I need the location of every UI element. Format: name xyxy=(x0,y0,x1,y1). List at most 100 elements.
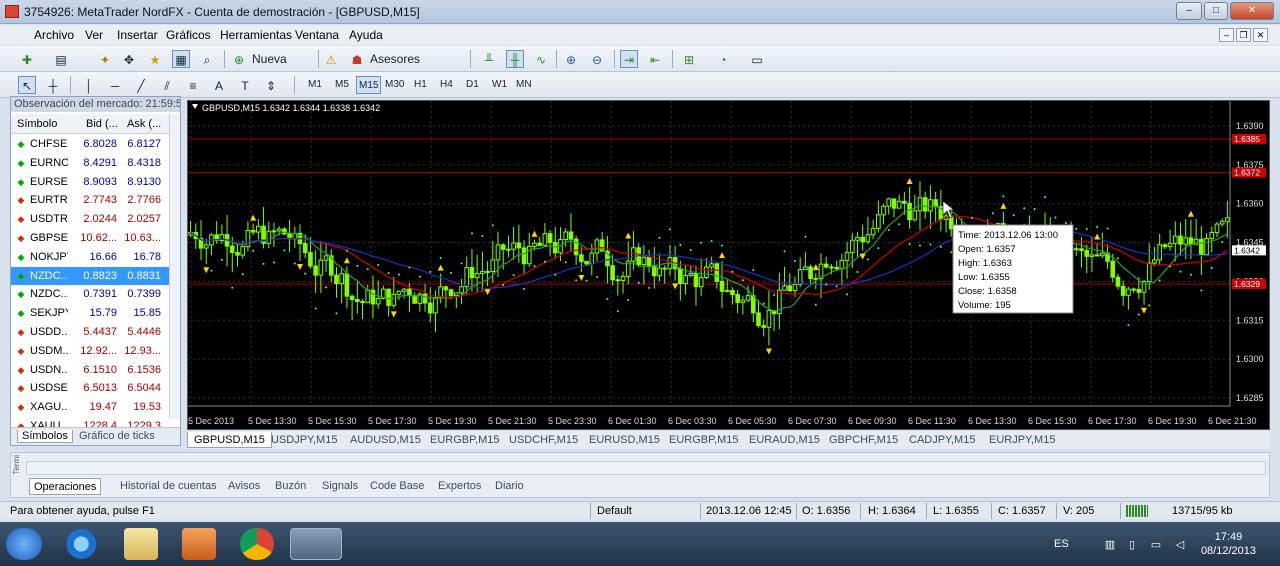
text-icon[interactable]: A xyxy=(210,76,228,94)
chart-tab[interactable]: EURUSD,M15 xyxy=(583,432,666,448)
market-watch-row[interactable]: ◆ CHFSEK 6.8028 6.8127 xyxy=(11,135,169,154)
chart-tab[interactable]: GBPCHF,M15 xyxy=(823,432,904,448)
terminal-tab[interactable]: Code Base xyxy=(366,478,428,495)
menu-ventana[interactable]: Ventana xyxy=(295,28,339,42)
market-watch-icon[interactable]: ✦ xyxy=(96,50,114,68)
market-watch-row[interactable]: ◆ USDN... 6.1510 6.1536 xyxy=(11,361,169,380)
vertical-line-icon[interactable]: │ xyxy=(80,76,98,94)
col-bid[interactable]: Bid (... xyxy=(86,118,118,130)
mdi-minimize-button[interactable]: – xyxy=(1219,28,1234,42)
col-ask[interactable]: Ask (... xyxy=(127,118,161,130)
terminal-tab[interactable]: Operaciones xyxy=(29,478,102,495)
periodicity-icon[interactable]: ◔ xyxy=(714,50,732,68)
tab-grafico-ticks[interactable]: Gráfico de ticks xyxy=(75,430,159,442)
market-watch-scrollbar[interactable] xyxy=(169,114,180,419)
fibonacci-icon[interactable]: ≡ xyxy=(184,76,202,94)
chart-window[interactable]: 1.63901.63751.63601.63451.63301.63151.63… xyxy=(187,100,1270,430)
market-watch-row[interactable]: ◆ NZDC... 0.7391 0.7399 xyxy=(11,285,169,304)
tab-simbolos[interactable]: Símbolos xyxy=(17,430,73,443)
candlestick-icon[interactable]: ╫ xyxy=(506,50,524,68)
menu-graficos[interactable]: Gráficos xyxy=(166,28,211,42)
file-explorer-icon[interactable] xyxy=(124,528,158,560)
line-chart-icon[interactable]: ∿ xyxy=(532,50,550,68)
warning-icon[interactable]: ⚠ xyxy=(322,50,340,68)
terminal-tab[interactable]: Historial de cuentas xyxy=(116,478,221,495)
horizontal-line-icon[interactable]: ─ xyxy=(106,76,124,94)
internet-explorer-icon[interactable] xyxy=(66,528,100,560)
zoom-in-icon[interactable]: ⊕ xyxy=(562,50,580,68)
arrows-icon[interactable]: ⇕ xyxy=(262,76,280,94)
channel-icon[interactable]: ⫽ xyxy=(158,76,176,94)
terminal-tab[interactable]: Avisos xyxy=(224,478,264,495)
timeframe-h1[interactable]: H1 xyxy=(414,76,427,94)
timeframe-m15[interactable]: M15 xyxy=(356,76,382,94)
market-watch-row[interactable]: ◆ EURTRY 2.7743 2.7766 xyxy=(11,191,169,210)
market-watch-row[interactable]: ◆ SEKJPY 15.79 15.85 xyxy=(11,304,169,323)
experts-button[interactable]: Asesores expertos xyxy=(370,50,462,84)
chart-tab[interactable]: USDJPY,M15 xyxy=(265,432,343,448)
maximize-button[interactable]: □ xyxy=(1204,2,1228,20)
terminal-scrollbar[interactable] xyxy=(26,461,1266,475)
col-symbol[interactable]: Símbolo xyxy=(17,118,57,130)
crosshair-icon[interactable]: ┼ xyxy=(44,76,62,94)
new-order-button[interactable]: Nueva orden xyxy=(252,50,318,84)
market-watch-row[interactable]: ◆ EURNOK 8.4291 8.4318 xyxy=(11,154,169,173)
metatrader-taskbar-icon[interactable] xyxy=(290,528,342,560)
menu-insertar[interactable]: Insertar xyxy=(117,28,158,42)
timeframe-mn[interactable]: MN xyxy=(516,76,532,94)
network-icon[interactable]: ▥ xyxy=(1104,539,1116,551)
cursor-icon[interactable]: ↖ xyxy=(18,76,36,94)
timeframe-m5[interactable]: M5 xyxy=(335,76,349,94)
bar-chart-icon[interactable]: ╨ xyxy=(480,50,498,68)
battery-icon[interactable]: ▯ xyxy=(1126,539,1138,551)
timeframe-d1[interactable]: D1 xyxy=(466,76,479,94)
profiles-icon[interactable]: ▤ xyxy=(52,50,70,68)
text-label-icon[interactable]: T xyxy=(236,76,254,94)
chart-tab[interactable]: EURAUD,M15 xyxy=(743,432,826,448)
chart-tab[interactable]: AUDUSD,M15 xyxy=(344,432,427,448)
new-chart-icon[interactable]: ✚ xyxy=(18,50,36,68)
data-window-icon[interactable]: ✥ xyxy=(120,50,138,68)
media-player-icon[interactable] xyxy=(182,528,216,560)
system-clock[interactable]: 17:49 08/12/2013 xyxy=(1201,530,1256,558)
chrome-icon[interactable] xyxy=(240,528,274,560)
chart-tab[interactable]: EURGBP,M15 xyxy=(663,432,745,448)
indicators-icon[interactable]: ⊞ xyxy=(680,50,698,68)
terminal-tab[interactable]: Signals xyxy=(318,478,362,495)
market-watch-row[interactable]: ◆ USDSEK 6.5013 6.5044 xyxy=(11,379,169,398)
zoom-out-icon[interactable]: ⊖ xyxy=(588,50,606,68)
timeframe-h4[interactable]: H4 xyxy=(440,76,453,94)
chart-tab[interactable]: GBPUSD,M15 xyxy=(187,432,272,448)
start-button-icon[interactable] xyxy=(6,528,42,560)
market-watch-row[interactable]: ◆ NOKJPY 16.66 16.78 xyxy=(11,248,169,267)
market-watch-row[interactable]: ◆ USDM... 12.92... 12.93... xyxy=(11,342,169,361)
market-watch-row[interactable]: ◆ USDD... 5.4437 5.4446 xyxy=(11,323,169,342)
market-watch-row[interactable]: ◆ GBPSEK 10.62... 10.63... xyxy=(11,229,169,248)
auto-scroll-icon[interactable]: ⇥ xyxy=(620,50,638,68)
terminal-tab[interactable]: Buzón xyxy=(271,478,310,495)
navigator-icon[interactable]: ★ xyxy=(146,50,164,68)
templates-icon[interactable]: ▭ xyxy=(748,50,766,68)
market-watch-row[interactable]: ◆ EURSEK 8.9093 8.9130 xyxy=(11,173,169,192)
mdi-close-button[interactable]: ✕ xyxy=(1253,28,1268,42)
terminal-tab[interactable]: Expertos xyxy=(434,478,485,495)
market-watch-row[interactable]: ◆ XAGU... 19.47 19.53 xyxy=(11,398,169,417)
chart-tab[interactable]: EURGBP,M15 xyxy=(424,432,506,448)
close-button[interactable]: ✕ xyxy=(1230,2,1274,20)
menu-ver[interactable]: Ver xyxy=(85,28,103,42)
timeframe-m30[interactable]: M30 xyxy=(385,76,404,94)
language-indicator[interactable]: ES xyxy=(1054,538,1069,550)
chart-tab[interactable]: CADJPY,M15 xyxy=(903,432,981,448)
price-chart[interactable]: 1.63901.63751.63601.63451.63301.63151.63… xyxy=(188,101,1269,429)
new-order-icon[interactable]: ⊕ xyxy=(230,50,248,68)
menu-ayuda[interactable]: Ayuda xyxy=(349,28,383,42)
mdi-restore-button[interactable]: ❐ xyxy=(1236,28,1251,42)
timeframe-w1[interactable]: W1 xyxy=(492,76,507,94)
menu-archivo[interactable]: Archivo xyxy=(34,28,74,42)
volume-icon[interactable]: ◁ xyxy=(1174,539,1186,551)
chart-tab[interactable]: USDCHF,M15 xyxy=(503,432,584,448)
minimize-button[interactable]: – xyxy=(1176,2,1202,20)
chart-tab[interactable]: EURJPY,M15 xyxy=(983,432,1061,448)
experts-icon[interactable]: ☗ xyxy=(348,50,366,68)
timeframe-m1[interactable]: M1 xyxy=(308,76,322,94)
